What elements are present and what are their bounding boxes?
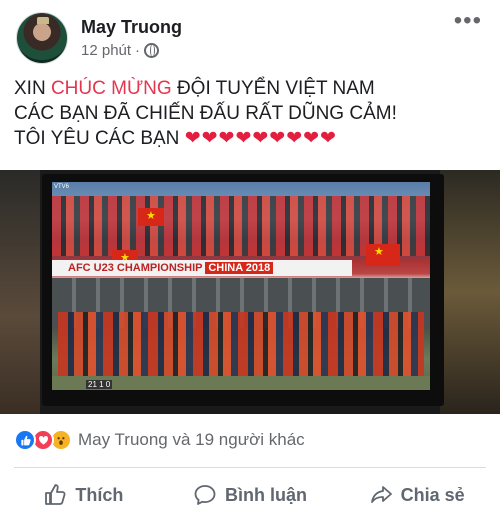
hearts-emoji: ❤❤❤❤❤❤❤❤❤	[184, 128, 337, 149]
text-love: TÔI YÊU CÁC BẠN	[14, 128, 185, 149]
author-name[interactable]: May Truong	[81, 17, 182, 38]
post-time[interactable]: 12 phút	[81, 42, 131, 59]
comment-label: Bình luận	[225, 484, 307, 505]
like-label: Thích	[75, 484, 124, 505]
comment-button[interactable]: Bình luận	[167, 472, 334, 518]
team-players	[58, 312, 424, 382]
room-background-left	[0, 170, 40, 414]
reactions-summary[interactable]: May Truong và 19 người khác	[14, 428, 305, 452]
share-label: Chia sẻ	[400, 484, 465, 505]
globe-icon[interactable]	[144, 43, 160, 58]
tournament-banner: AFC U23 CHAMPIONSHIP CHINA 2018	[52, 260, 352, 276]
text-prefix: XIN	[14, 78, 51, 99]
more-options-icon[interactable]: •••	[454, 9, 482, 33]
facebook-post: May Truong 12 phút · ••• XIN CHÚC MỪNG Đ…	[0, 0, 500, 524]
post-header: May Truong 12 phút · •••	[0, 0, 500, 68]
post-text-line-2: CÁC BẠN ĐÃ CHIẾN ĐẤU RẤT DŨNG CẢM!	[14, 103, 397, 124]
share-button[interactable]: Chia sẻ	[333, 472, 500, 518]
banner-host: CHINA 2018	[205, 262, 274, 274]
post-photo[interactable]: VTV6 AFC U23 CHAMPIONSHIP CHINA 2018 21 …	[0, 170, 500, 414]
thumbs-up-icon	[45, 484, 66, 505]
vietnam-flag	[138, 208, 164, 226]
reactions-text[interactable]: May Truong và 19 người khác	[78, 430, 305, 450]
channel-logo: VTV6	[54, 184, 70, 190]
like-icon	[14, 429, 36, 451]
room-background-right	[440, 170, 500, 414]
post-text: XIN CHÚC MỪNG ĐỘI TUYỂN VIỆT NAM CÁC BẠN…	[14, 76, 484, 151]
post-text-line-1: XIN CHÚC MỪNG ĐỘI TUYỂN VIỆT NAM	[14, 76, 484, 101]
meta-separator: ·	[135, 42, 141, 59]
action-bar: Thích Bình luận Chia sẻ	[0, 472, 500, 518]
like-button[interactable]: Thích	[0, 472, 167, 518]
divider	[14, 467, 486, 468]
banner-title: AFC U23 CHAMPIONSHIP	[68, 262, 203, 274]
score-overlay: 21 1 0	[86, 380, 113, 389]
share-icon	[370, 486, 392, 503]
tv-screen: VTV6 AFC U23 CHAMPIONSHIP CHINA 2018 21 …	[52, 182, 430, 390]
vietnam-flag	[366, 244, 400, 266]
post-text-line-3: TÔI YÊU CÁC BẠN ❤❤❤❤❤❤❤❤❤	[14, 126, 484, 151]
comment-icon	[194, 485, 216, 505]
text-suffix: ĐỘI TUYỂN VIỆT NAM	[171, 78, 375, 99]
post-meta: 12 phút ·	[81, 42, 160, 59]
text-highlight: CHÚC MỪNG	[50, 78, 172, 99]
crown-decoration	[37, 17, 49, 24]
avatar[interactable]	[16, 12, 68, 64]
